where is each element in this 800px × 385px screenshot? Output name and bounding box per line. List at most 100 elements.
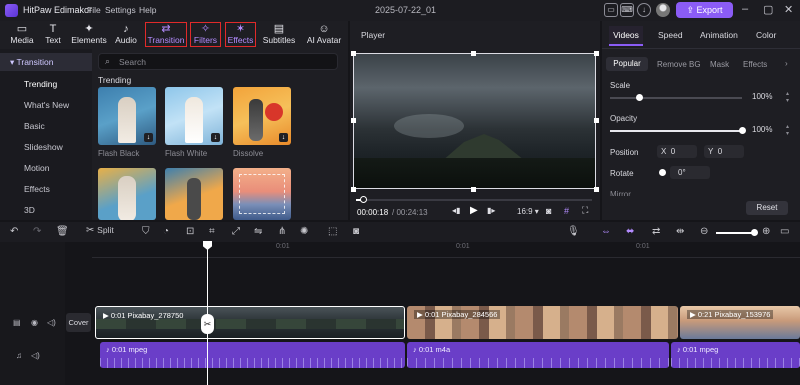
scrub-track[interactable] xyxy=(356,199,592,201)
maximize-icon[interactable]: ▢ xyxy=(763,3,773,16)
sidebar-item-whats-new[interactable]: What's New xyxy=(0,96,92,114)
zoom-slider[interactable] xyxy=(716,232,756,234)
track-audio-icon[interactable]: ♫ xyxy=(16,351,22,360)
opacity-slider-knob[interactable] xyxy=(739,127,746,134)
audio-clip[interactable]: ♪ 0:01 mpeg xyxy=(671,342,800,368)
reset-button[interactable]: Reset xyxy=(746,201,788,215)
crop-grid-icon[interactable]: # xyxy=(564,206,569,216)
snapshot-timeline-icon[interactable]: ◙ xyxy=(353,226,359,237)
resize-handle[interactable] xyxy=(351,118,356,123)
opacity-value[interactable]: 100% xyxy=(752,125,772,134)
shield-icon[interactable]: ⛉ xyxy=(142,226,150,237)
magnet-icon[interactable]: ⬌ xyxy=(626,226,634,237)
scale-slider[interactable] xyxy=(610,97,742,99)
rotate-dial-icon[interactable] xyxy=(659,169,666,176)
message-icon[interactable]: ▭ xyxy=(604,3,618,17)
tool-audio[interactable]: ♪ Audio xyxy=(113,23,139,48)
sidebar-item-trending[interactable]: Trending xyxy=(0,75,92,93)
zoom-slider-knob[interactable] xyxy=(751,229,758,236)
transition-thumb-flash-black[interactable]: ↓ xyxy=(98,87,156,145)
tool-filters[interactable]: ✧ Filters xyxy=(190,22,221,47)
transition-thumb-flash-white[interactable]: ↓ xyxy=(165,87,223,145)
timeline-settings-icon[interactable]: ▭ xyxy=(780,226,789,237)
ripple-icon[interactable]: ⇄ xyxy=(652,226,660,237)
subtab-more-icon[interactable]: › xyxy=(785,59,788,68)
tab-speed[interactable]: Speed xyxy=(658,30,683,40)
transition-thumb[interactable] xyxy=(98,168,156,220)
download-icon[interactable]: ↓ xyxy=(637,3,651,17)
aspect-ratio-select[interactable]: 16:9 ▾ xyxy=(517,207,539,216)
resize-handle[interactable] xyxy=(471,51,476,56)
mirror-icon[interactable]: ⇋ xyxy=(254,226,262,237)
tool-elements[interactable]: ✦ Elements xyxy=(70,23,108,48)
sidebar-item-motion[interactable]: Motion xyxy=(0,159,92,177)
crop-icon[interactable]: ⌗ xyxy=(209,226,215,237)
audio-clip[interactable]: ♪ 0:01 m4a xyxy=(407,342,669,368)
sidebar-item-effects[interactable]: Effects xyxy=(0,180,92,198)
resize-handle[interactable] xyxy=(471,187,476,192)
split-cursor-icon[interactable]: ✂ xyxy=(201,314,214,334)
transform-icon[interactable]: ⤢ xyxy=(232,226,240,237)
link-icon[interactable]: ⇔ xyxy=(601,226,611,237)
undo-icon[interactable]: ↶ xyxy=(10,226,18,237)
opacity-slider[interactable] xyxy=(610,130,742,132)
sidebar-item-3d[interactable]: 3D xyxy=(0,201,92,219)
resize-handle[interactable] xyxy=(594,118,599,123)
tab-color[interactable]: Color xyxy=(756,30,776,40)
audio-clip[interactable]: ♪ 0:01 mpeg xyxy=(100,342,405,368)
menu-settings[interactable]: Settings xyxy=(105,5,136,15)
video-clip[interactable]: ▶ 0:01 Pixabay_278750 xyxy=(95,306,405,339)
fullscreen-icon[interactable]: ⛶ xyxy=(582,205,588,216)
speed-icon[interactable]: ◔ xyxy=(163,226,169,237)
resize-handle[interactable] xyxy=(594,187,599,192)
menu-file[interactable]: File xyxy=(87,5,101,15)
scale-slider-knob[interactable] xyxy=(636,94,644,101)
export-button[interactable]: ⇪ Export xyxy=(676,2,733,18)
freeze-icon[interactable]: ⊡ xyxy=(186,226,194,237)
tool-ai-avatar[interactable]: ☺ AI Avatar xyxy=(304,23,344,48)
subtab-mask[interactable]: Mask xyxy=(710,60,729,69)
scale-stepper-icon[interactable]: ▴ ▾ xyxy=(786,90,789,104)
zoom-in-icon[interactable]: ⊕ xyxy=(762,226,770,237)
track-visibility-icon[interactable]: ◉ xyxy=(31,318,38,327)
minimize-icon[interactable]: – xyxy=(742,3,748,15)
tool-effects[interactable]: ✶ Effects xyxy=(225,22,256,47)
search-input[interactable]: ⌕ Search xyxy=(98,53,338,70)
zoom-out-icon[interactable]: ⊖ xyxy=(700,226,708,237)
redo-icon[interactable]: ↷ xyxy=(33,226,41,237)
transition-thumb[interactable] xyxy=(165,168,223,220)
stabilize-icon[interactable]: ✺ xyxy=(300,226,308,237)
snapshot-icon[interactable]: ◙ xyxy=(546,206,551,216)
mask-icon[interactable]: ⬚ xyxy=(328,226,337,237)
fit-icon[interactable]: ⇹ xyxy=(676,226,684,237)
delete-icon[interactable]: 🗑 xyxy=(56,226,69,237)
audio-detach-icon[interactable]: ⋔ xyxy=(278,226,286,237)
track-audio-mute-icon[interactable]: ◁) xyxy=(31,351,40,360)
track-mute-icon[interactable]: ◁) xyxy=(47,318,56,327)
opacity-stepper-icon[interactable]: ▴ ▾ xyxy=(786,123,789,137)
transition-thumb-dissolve[interactable]: ↓ xyxy=(233,87,291,145)
keyboard-icon[interactable]: ⌨ xyxy=(620,3,634,17)
scale-value[interactable]: 100% xyxy=(752,92,772,101)
cover-button[interactable]: Cover xyxy=(66,313,91,332)
video-clip[interactable]: ▶ 0:01 Pixabay_284566 xyxy=(407,306,678,339)
subtab-effects[interactable]: Effects xyxy=(743,60,767,69)
sidebar-item-slideshow[interactable]: Slideshow xyxy=(0,138,92,156)
next-frame-icon[interactable]: ▮▸ xyxy=(487,206,495,215)
tool-text[interactable]: T Text xyxy=(42,23,64,48)
prev-frame-icon[interactable]: ◂▮ xyxy=(452,206,460,215)
position-x-field[interactable]: X 0 xyxy=(657,145,697,158)
resize-handle[interactable] xyxy=(351,187,356,192)
video-clip[interactable]: ▶ 0:21 Pixabay_153976 xyxy=(680,306,800,339)
sidebar-item-basic[interactable]: Basic xyxy=(0,117,92,135)
menu-help[interactable]: Help xyxy=(139,5,156,15)
microphone-icon[interactable]: 🎙 xyxy=(567,226,580,237)
download-icon[interactable]: ↓ xyxy=(144,133,153,142)
subtab-popular[interactable]: Popular xyxy=(606,57,648,71)
rotate-field[interactable]: 0° xyxy=(670,166,710,179)
tool-subtitles[interactable]: ▤ Subtitles xyxy=(262,23,296,48)
tab-animation[interactable]: Animation xyxy=(700,30,738,40)
download-icon[interactable]: ↓ xyxy=(211,133,220,142)
sidebar-header-transition[interactable]: ▾ Transition xyxy=(0,53,92,71)
tool-media[interactable]: ▭ Media xyxy=(8,23,36,48)
